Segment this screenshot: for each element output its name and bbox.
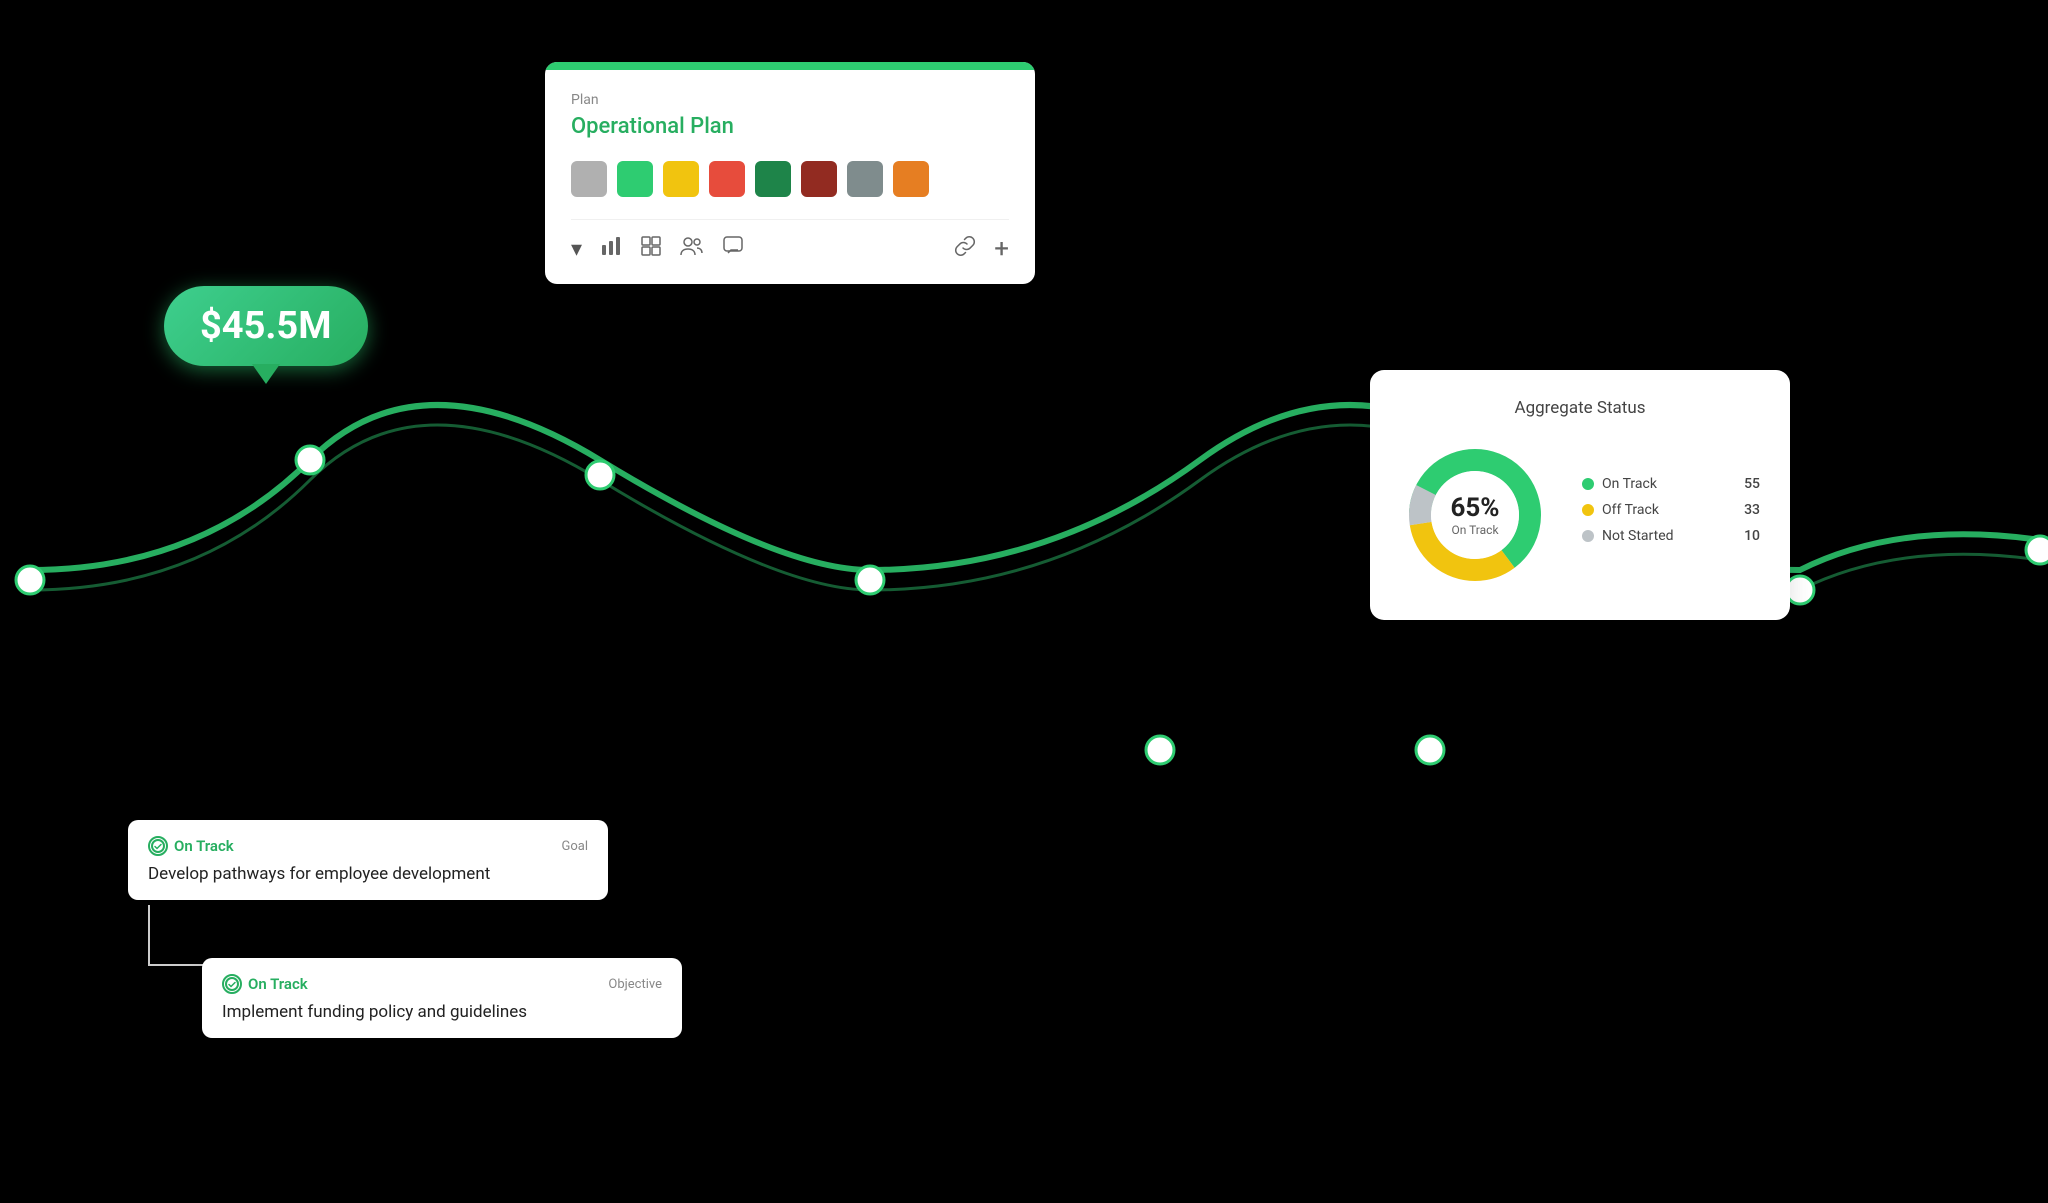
goal-text: Develop pathways for employee developmen…: [148, 864, 588, 884]
team-icon[interactable]: [680, 235, 704, 263]
aggregate-status-card: Aggregate Status 65% On Track On Tr: [1370, 370, 1790, 620]
legend-item: On Track 55: [1582, 476, 1760, 492]
money-bubble: $45.5M: [164, 286, 368, 366]
color-swatch[interactable]: [801, 161, 837, 197]
objective-status: On Track: [222, 974, 308, 994]
objective-type: Objective: [608, 977, 662, 992]
donut-center: 65% On Track: [1450, 493, 1499, 537]
connector-vertical: [148, 905, 150, 965]
color-swatch[interactable]: [617, 161, 653, 197]
color-swatch[interactable]: [893, 161, 929, 197]
goal-card: On Track Goal Develop pathways for emplo…: [128, 820, 608, 900]
color-swatch[interactable]: [709, 161, 745, 197]
legend-count: 10: [1732, 528, 1760, 544]
chevron-down-icon[interactable]: ▾: [571, 237, 582, 262]
color-swatch[interactable]: [847, 161, 883, 197]
legend-item: Off Track 33: [1582, 502, 1760, 518]
goal-status: On Track: [148, 836, 234, 856]
objective-status-icon: [222, 974, 242, 994]
chart-icon[interactable]: [600, 235, 622, 263]
color-swatch[interactable]: [571, 161, 607, 197]
legend-item: Not Started 10: [1582, 528, 1760, 544]
legend-count: 33: [1732, 502, 1760, 518]
goal-card-header: On Track Goal: [148, 836, 588, 856]
donut-label: On Track: [1450, 523, 1499, 537]
legend-dot: [1582, 478, 1594, 490]
money-value: $45.5M: [200, 304, 332, 348]
plan-title: Operational Plan: [571, 114, 1009, 139]
aggregate-content: 65% On Track On Track 55 Off Track 33 No…: [1400, 440, 1760, 590]
plan-card-accent-bar: [545, 62, 1035, 70]
objective-text: Implement funding policy and guidelines: [222, 1002, 662, 1022]
connector-horizontal: [148, 964, 206, 966]
add-icon[interactable]: +: [994, 234, 1009, 264]
donut-percentage: 65%: [1450, 493, 1499, 523]
plan-color-row: [571, 161, 1009, 197]
objective-card: On Track Objective Implement funding pol…: [202, 958, 682, 1038]
objective-card-header: On Track Objective: [222, 974, 662, 994]
plan-label: Plan: [571, 92, 1009, 108]
comment-icon[interactable]: [722, 235, 744, 263]
legend-label: On Track: [1602, 476, 1657, 492]
legend-count: 55: [1732, 476, 1760, 492]
grid-icon[interactable]: [640, 235, 662, 263]
legend-list: On Track 55 Off Track 33 Not Started 10: [1582, 476, 1760, 554]
donut-chart: 65% On Track: [1400, 440, 1550, 590]
legend-label: Off Track: [1602, 502, 1659, 518]
link-icon[interactable]: [954, 235, 976, 263]
legend-label: Not Started: [1602, 528, 1674, 544]
color-swatch[interactable]: [755, 161, 791, 197]
goal-type: Goal: [561, 839, 588, 854]
plan-toolbar: ▾: [571, 219, 1009, 264]
aggregate-title: Aggregate Status: [1400, 398, 1760, 418]
color-swatch[interactable]: [663, 161, 699, 197]
legend-dot: [1582, 504, 1594, 516]
legend-dot: [1582, 530, 1594, 542]
plan-card: Plan Operational Plan ▾: [545, 62, 1035, 284]
goal-status-icon: [148, 836, 168, 856]
